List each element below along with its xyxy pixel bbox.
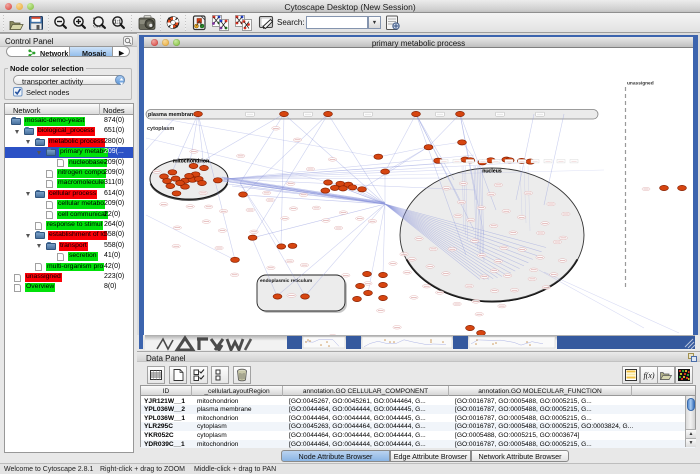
svg-text:plasma membrane: plasma membrane (148, 112, 196, 118)
svg-text:cytoplasm: cytoplasm (147, 126, 174, 132)
svg-text:f(x): f(x) (643, 371, 654, 380)
svg-text:endoplasmic reticulum: endoplasmic reticulum (260, 278, 312, 284)
svg-text:mitochondrion: mitochondrion (173, 159, 209, 165)
svg-text:nucleus: nucleus (482, 169, 502, 175)
svg-text:unassigned: unassigned (627, 81, 654, 87)
svg-text:1:1: 1:1 (114, 20, 121, 26)
